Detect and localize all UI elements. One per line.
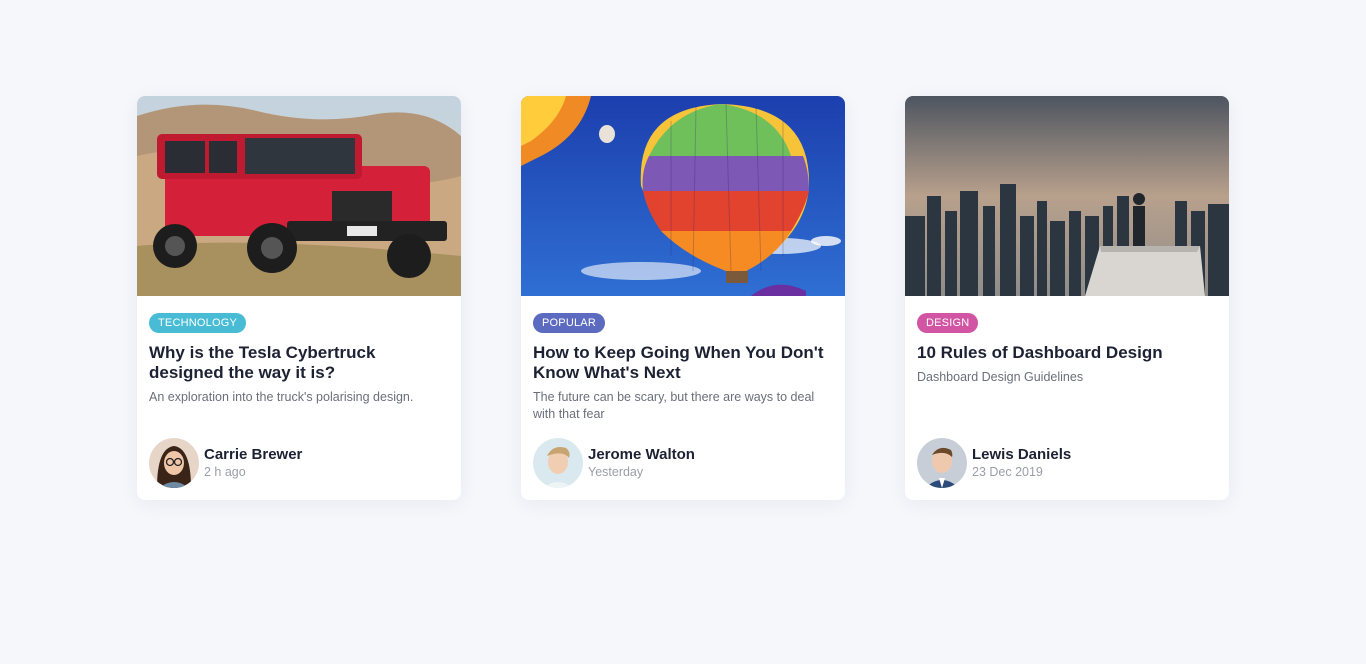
article-subtitle: The future can be scary, but there are w… [533,390,815,421]
article-image-city[interactable] [905,96,1229,296]
article-card-keep-going[interactable]: POPULAR How to Keep Going When You Don't… [521,96,845,500]
avatar[interactable] [149,438,199,488]
author-info: Jerome Walton Yesterday [533,438,833,488]
article-title[interactable]: 10 Rules of Dashboard Design [917,343,1217,363]
article-subtitle: An exploration into the truck's polarisi… [149,390,414,404]
author-info: Lewis Daniels 23 Dec 2019 [917,438,1217,488]
category-tag[interactable]: TECHNOLOGY [149,313,247,333]
article-image-jeep[interactable] [137,96,461,296]
author-details: Carrie Brewer 2 h ago [204,446,302,480]
article-title[interactable]: Why is the Tesla Cybertruck designed the… [149,343,449,383]
card-body: DESIGN 10 Rules of Dashboard Design Dash… [905,296,1229,500]
author-details: Jerome Walton Yesterday [588,446,695,480]
author-details: Lewis Daniels 23 Dec 2019 [972,446,1071,480]
post-time: 2 h ago [204,465,246,479]
post-time: Yesterday [588,465,644,479]
post-time: 23 Dec 2019 [972,465,1043,479]
author-info: Carrie Brewer 2 h ago [149,438,449,488]
article-title[interactable]: How to Keep Going When You Don't Know Wh… [533,343,833,383]
article-subtitle: Dashboard Design Guidelines [917,370,1084,384]
article-card-tesla[interactable]: TECHNOLOGY Why is the Tesla Cybertruck d… [137,96,461,500]
avatar[interactable] [533,438,583,488]
card-body: TECHNOLOGY Why is the Tesla Cybertruck d… [137,296,461,500]
article-card-dashboard[interactable]: DESIGN 10 Rules of Dashboard Design Dash… [905,96,1229,500]
category-tag[interactable]: DESIGN [917,313,979,333]
avatar[interactable] [917,438,967,488]
card-grid: TECHNOLOGY Why is the Tesla Cybertruck d… [137,96,1229,500]
article-image-balloons[interactable] [521,96,845,296]
author-name[interactable]: Lewis Daniels [972,446,1071,464]
card-body: POPULAR How to Keep Going When You Don't… [521,296,845,500]
category-tag[interactable]: POPULAR [533,313,605,333]
author-name[interactable]: Jerome Walton [588,446,695,464]
author-name[interactable]: Carrie Brewer [204,446,302,464]
